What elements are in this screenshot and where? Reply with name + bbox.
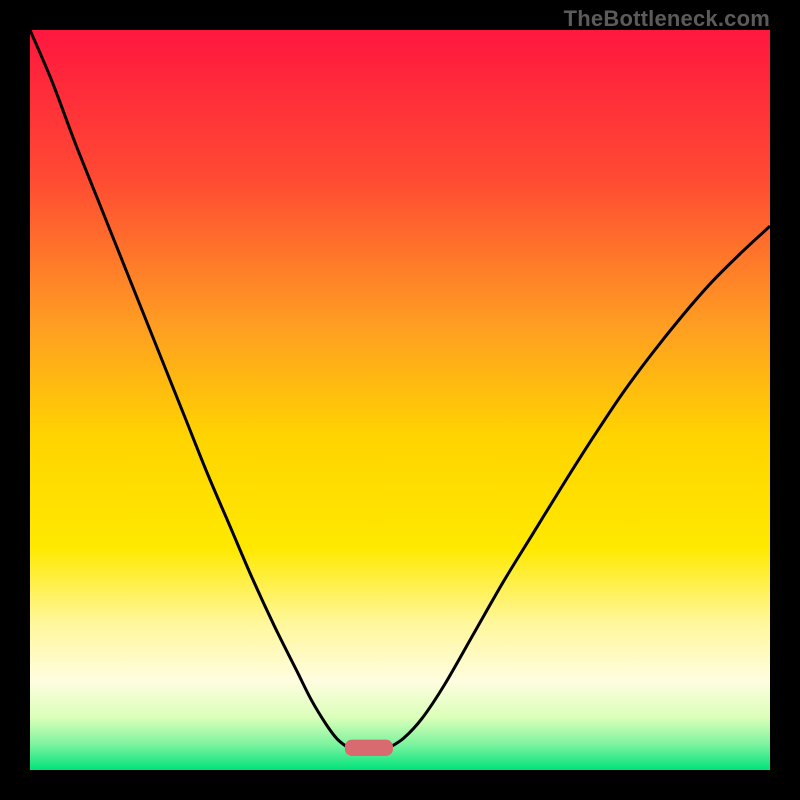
chart-frame — [30, 30, 770, 770]
watermark-text: TheBottleneck.com — [564, 6, 770, 32]
bottom-marker — [345, 740, 393, 756]
chart-svg — [30, 30, 770, 770]
chart-background — [30, 30, 770, 770]
